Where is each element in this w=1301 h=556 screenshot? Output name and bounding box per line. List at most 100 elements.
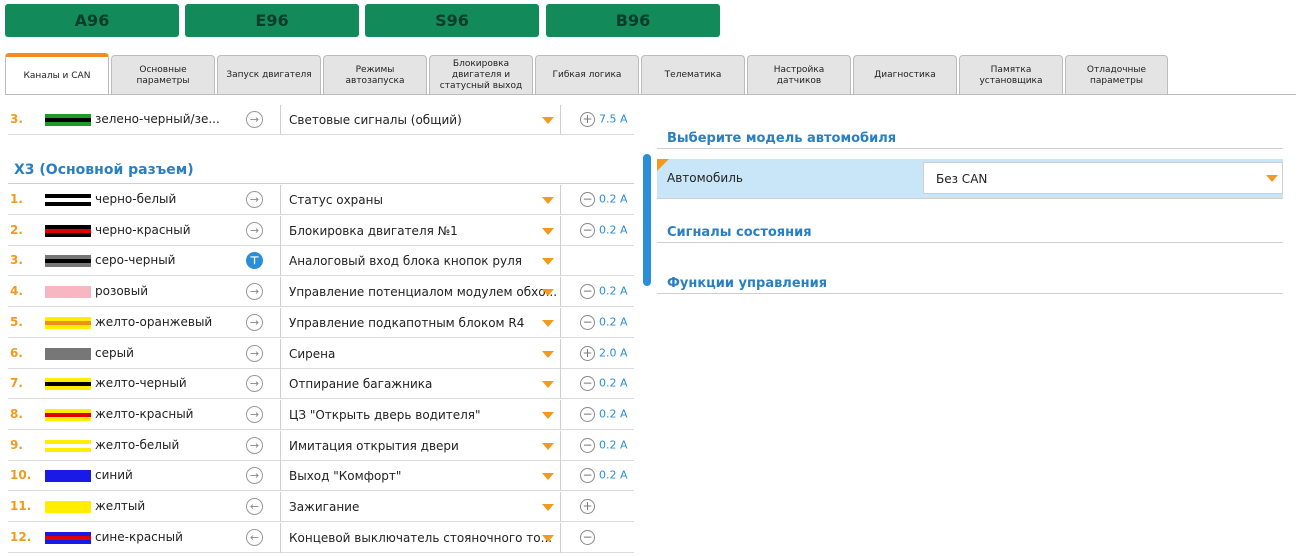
wire-color-swatch [45,501,91,513]
channel-number: 8. [10,406,23,421]
wire-name: желто-оранжевый [95,314,213,329]
minus-icon: − [580,529,595,545]
function-select[interactable]: Отпирание багажника [280,369,561,400]
model-button-b96[interactable]: B96 [546,4,720,37]
current-label: 0.2 A [599,315,628,329]
channel-number: 3. [10,253,23,268]
car-select[interactable]: Без CAN [923,162,1283,194]
channel-row: 12. сине-красный ← Концевой выключатель сто… [8,522,634,553]
function-select[interactable]: Управление потенциалом модулем обхо... [280,277,561,308]
output-arrow-icon: → [246,191,263,208]
function-select[interactable]: Сирена [280,338,561,369]
tab-sensor-settings[interactable]: Настройка датчиков [747,55,851,95]
function-select[interactable]: Световые сигналы (общий) [280,105,561,135]
model-button-e96[interactable]: E96 [185,4,359,37]
dropdown-arrow-icon [542,319,554,327]
channel-number: 2. [10,222,23,237]
channel-number: 7. [10,376,23,391]
input-arrow-icon: ← [246,528,263,546]
minus-icon: − [580,314,595,330]
corner-marker-icon [657,159,669,171]
function-label: Отпирание багажника [289,377,433,392]
function-select[interactable]: Блокировка двигателя №1 [280,215,561,246]
wire-color-swatch [45,378,91,391]
dropdown-arrow-icon [1266,175,1278,182]
tab-diagnostics[interactable]: Диагностика [853,55,957,95]
dropdown-arrow-icon [542,197,554,204]
function-select[interactable]: Управление подкапотным блоком R4 [280,307,561,338]
channel-number: 9. [10,437,23,452]
current-value: +2.0 A [580,345,628,361]
channel-row: 4. розовый → Управление потенциалом модулем… [8,277,634,308]
function-select[interactable]: ЦЗ "Открыть дверь водителя" [280,399,561,430]
function-label: Блокировка двигателя №1 [289,223,458,238]
channel-row: 6. серый → Сирена +2.0 A [8,338,634,369]
channel-row: 8. желто-красный → ЦЗ "Открыть дверь водите… [8,399,634,430]
tab-installer-memo[interactable]: Памятка установщика [959,55,1063,95]
function-select[interactable]: Имитация открытия двери [280,430,561,461]
tab-debug-params[interactable]: Отладочные параметры [1065,55,1168,95]
minus-icon: − [580,284,595,300]
tab-channels-can[interactable]: Каналы и CAN [5,53,109,95]
control-functions-header[interactable]: Функции управления [657,271,1283,294]
current-label: 0.2 A [599,192,628,206]
channel-number: 10. [10,468,32,483]
minus-icon: − [580,437,595,453]
model-button-s96[interactable]: S96 [365,4,539,37]
wire-name: зелено-черный/зе... [95,112,220,126]
tab-autostart-modes[interactable]: Режимы автозапуска [323,55,427,95]
model-button-a96[interactable]: A96 [5,4,179,37]
function-select[interactable]: Концевой выключатель стояночного то... [280,522,561,553]
function-select[interactable]: Аналоговый вход блока кнопок руля [280,246,561,277]
scrollbar-thumb[interactable] [643,154,651,286]
wire-name: сине-красный [95,529,183,544]
status-signals-header[interactable]: Сигналы состояния [657,220,1283,243]
channel-number: 1. [10,192,23,206]
channel-row: 1. черно-белый → Статус охраны −0.2 A [8,185,634,215]
current-value: −0.2 A [580,314,628,330]
wire-color-swatch [45,347,91,360]
wire-name: розовый [95,284,149,299]
dropdown-arrow-icon [542,227,554,235]
tab-basic-params[interactable]: Основные параметры [111,55,215,95]
function-label: Концевой выключатель стояночного то... [289,530,553,545]
steering-wheel-icon: ⊤ [246,252,263,270]
car-model-header[interactable]: Выберите модель автомобиля [657,126,1283,149]
minus-icon: − [580,406,595,422]
function-label: Выход "Комфорт" [289,469,402,484]
output-arrow-icon: → [246,436,263,454]
wire-name: желто-черный [95,376,187,391]
function-select[interactable]: Зажигание [280,492,561,522]
output-arrow-icon: → [246,375,263,393]
wire-color-swatch [45,114,91,126]
channel-row: 7. желто-черный → Отпирание багажника −0.2 A [8,369,634,400]
channel-row: 5. желто-оранжевый → Управление подкапотным… [8,307,634,338]
current-value: −0.2 A [580,284,628,300]
tab-bar: Каналы и CAN Основные параметры Запуск д… [5,53,1168,95]
current-value: −0.2 A [580,468,628,484]
dropdown-arrow-icon [542,442,554,450]
tab-engine-block[interactable]: Блокировка двигателя и статусный выход [429,55,533,95]
minus-icon: − [580,222,595,238]
current-value: −0.2 A [580,406,628,422]
tab-engine-start[interactable]: Запуск двигателя [217,55,321,95]
channel-number: 3. [10,112,23,126]
function-label: Световые сигналы (общий) [289,113,462,127]
function-label: Аналоговый вход блока кнопок руля [289,254,522,269]
dropdown-arrow-icon [542,289,554,297]
dropdown-arrow-icon [542,534,554,542]
function-select[interactable]: Выход "Комфорт" [280,461,561,492]
tab-telematics[interactable]: Телематика [641,55,745,95]
current-label: 0.2 A [599,468,628,482]
output-arrow-icon: → [246,467,263,485]
wire-name: черно-красный [95,222,191,237]
tab-flex-logic[interactable]: Гибкая логика [535,55,639,95]
current-label: 0.2 A [599,284,628,298]
dropdown-arrow-icon [542,350,554,358]
output-arrow-icon: → [246,111,263,128]
function-select[interactable]: Статус охраны [280,185,561,215]
function-label: Имитация открытия двери [289,438,459,453]
plus-icon: + [580,345,595,361]
current-value: + [580,499,599,514]
output-arrow-icon: → [246,313,263,331]
